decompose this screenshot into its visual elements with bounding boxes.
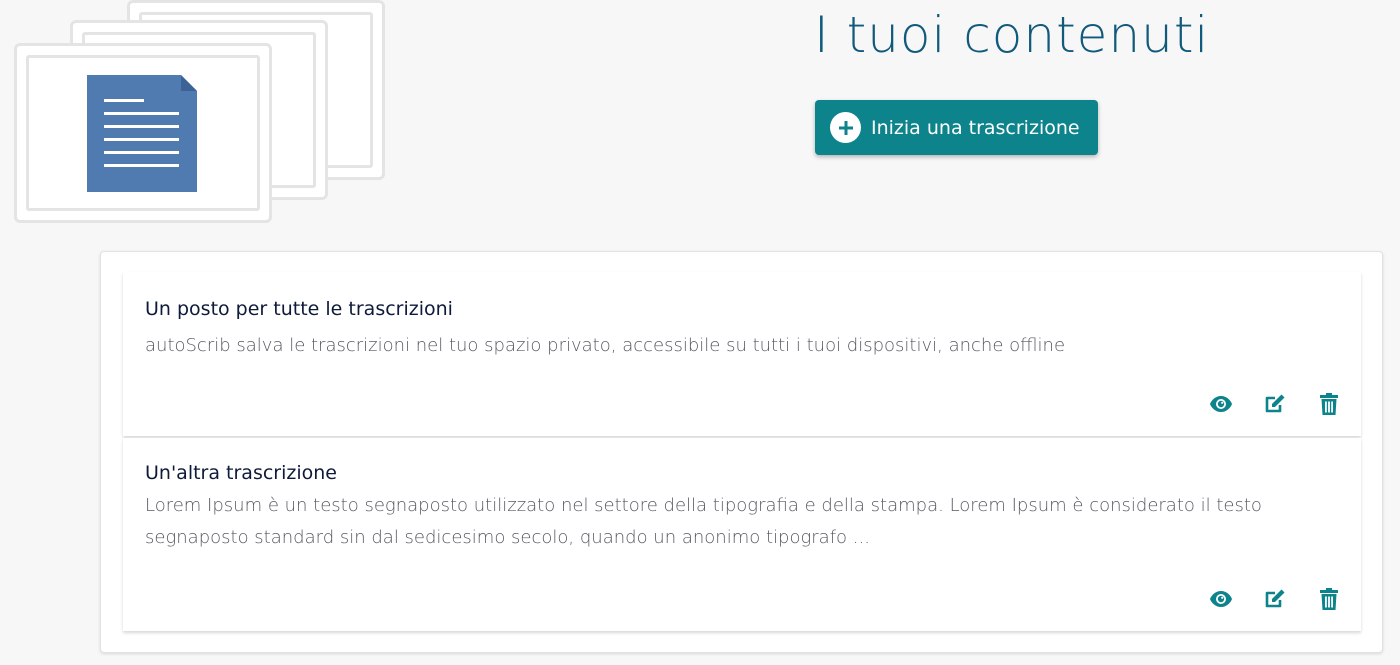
view-button[interactable] <box>1209 587 1233 611</box>
item-title: Un'altra trascrizione <box>145 462 337 484</box>
edit-button[interactable] <box>1263 587 1287 611</box>
item-description: autoScrib salva le trascrizioni nel tuo … <box>145 335 1066 356</box>
item-actions <box>1209 587 1341 611</box>
item-title: Un posto per tutte le trascrizioni <box>145 298 453 320</box>
list-item[interactable]: Un'altra trascrizione Lorem Ipsum è un t… <box>123 438 1361 631</box>
start-transcription-button[interactable]: Inizia una trascrizione <box>815 100 1098 155</box>
item-description: Lorem Ipsum è un testo segnaposto utiliz… <box>145 495 1262 548</box>
eye-icon <box>1210 396 1232 412</box>
content-illustration <box>0 0 400 230</box>
edit-button[interactable] <box>1263 392 1287 416</box>
page-title: I tuoi contenuti <box>814 6 1210 64</box>
delete-button[interactable] <box>1317 392 1341 416</box>
delete-button[interactable] <box>1317 587 1341 611</box>
edit-icon <box>1265 589 1285 608</box>
eye-icon <box>1210 591 1232 607</box>
edit-icon <box>1265 394 1285 413</box>
document-icon <box>87 75 197 192</box>
start-transcription-label: Inizia una trascrizione <box>871 116 1080 139</box>
plus-circle-icon <box>830 112 861 143</box>
view-button[interactable] <box>1209 392 1233 416</box>
trash-icon <box>1320 393 1338 415</box>
trash-icon <box>1320 588 1338 610</box>
transcriptions-panel: Un posto per tutte le trascrizioni autoS… <box>100 251 1383 653</box>
item-actions <box>1209 392 1341 416</box>
list-item[interactable]: Un posto per tutte le trascrizioni autoS… <box>123 272 1361 436</box>
